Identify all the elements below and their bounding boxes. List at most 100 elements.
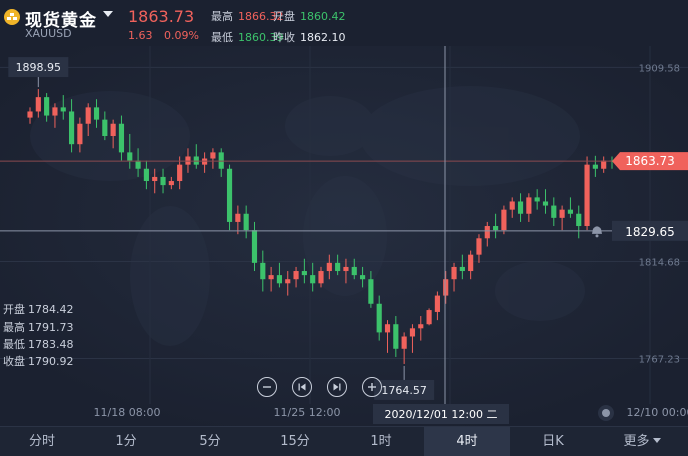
candle-body	[285, 279, 291, 284]
x-tick-label: 11/18 08:00	[94, 406, 161, 419]
candle-body	[517, 201, 524, 214]
candle-body	[110, 123, 116, 137]
candle-body	[542, 201, 549, 206]
candle-body	[418, 324, 424, 329]
candle-body	[534, 197, 540, 202]
low-annotation-label: 1764.57	[381, 384, 427, 397]
scroll-start-button[interactable]	[292, 377, 312, 397]
cursor-price-tag-text: 1829.65	[625, 225, 675, 239]
ohlc-low: 最低 1783.48	[3, 338, 74, 351]
current-price: 1863.73	[128, 7, 195, 26]
zoom-in-button[interactable]	[362, 377, 382, 397]
candle-body	[118, 123, 125, 153]
candle-body	[434, 295, 440, 312]
candle-body	[584, 164, 590, 227]
candle-body	[526, 197, 532, 214]
candle-body	[376, 303, 382, 333]
tab-timeshare[interactable]: 分时	[0, 427, 84, 456]
candle-body	[551, 205, 557, 218]
candle-body	[168, 181, 174, 186]
tab-more[interactable]: 更多	[596, 427, 688, 456]
ohlc-close: 收盘 1790.92	[3, 355, 74, 368]
candle-body	[468, 254, 474, 272]
candle-body	[451, 266, 457, 280]
candle-body	[293, 271, 299, 280]
stat-open: 开盘 1860.42	[273, 10, 346, 23]
candle-body	[160, 176, 166, 186]
candle-body	[260, 262, 266, 280]
ohlc-open: 开盘 1784.42	[3, 303, 74, 316]
candle-body	[177, 164, 183, 182]
candle-body	[501, 209, 507, 231]
candle-body	[310, 275, 316, 284]
tab-5min[interactable]: 5分	[168, 427, 252, 456]
candle-body	[93, 107, 100, 120]
bell-clapper	[595, 234, 599, 238]
period-tab-bar: 分时 1分 5分 15分 1时 4时 日K 更多	[0, 426, 688, 456]
candle-body	[443, 279, 449, 296]
candle-body	[459, 266, 465, 272]
candle-body	[559, 209, 565, 218]
gold-logo-icon	[4, 9, 20, 25]
candle-body	[127, 152, 133, 161]
scroll-end-button[interactable]	[327, 377, 347, 397]
candle-body	[60, 107, 66, 112]
current-price-tag-text: 1863.73	[625, 154, 675, 168]
zoom-out-button[interactable]	[257, 377, 277, 397]
candle-body	[409, 328, 416, 337]
candle-body	[335, 262, 341, 272]
y-tick-label: 1767.23	[639, 355, 680, 366]
price-change: 1.63	[128, 29, 153, 42]
candle-body	[152, 176, 158, 182]
candle-body	[476, 238, 482, 255]
tab-1hour[interactable]: 1时	[338, 427, 424, 456]
candle-body	[35, 97, 41, 112]
candle-body	[44, 97, 50, 116]
candlestick-chart[interactable]: 1863.73 1829.65 1898.95 1764.57 2020/12/01 1…	[0, 46, 688, 426]
candle-body	[143, 168, 149, 182]
instrument-dropdown-icon[interactable]	[103, 11, 113, 17]
candle-body	[77, 123, 83, 145]
candle-body	[509, 201, 515, 210]
x-tick-label: 11/25 12:00	[274, 406, 341, 419]
candle-body	[102, 119, 108, 137]
candle-body	[218, 152, 224, 169]
candle-body	[85, 107, 91, 124]
ohlc-high: 最高 1791.73	[3, 321, 74, 334]
candle-body	[351, 266, 357, 276]
quote-header: 现货黄金 XAUUSD 1863.73 1.63 0.09% 最高 1866.32…	[0, 0, 688, 46]
candle-body	[576, 213, 582, 227]
candle-body	[384, 324, 391, 333]
stat-prev-close: 昨收 1862.10	[273, 31, 346, 44]
scroll-handle-dot	[602, 409, 610, 417]
candle-body	[52, 107, 58, 116]
candle-body	[210, 152, 216, 159]
candle-body	[359, 275, 366, 280]
candle-body	[68, 111, 75, 145]
candle-body	[226, 168, 233, 222]
candle-body	[235, 213, 241, 222]
more-caret-icon	[652, 438, 661, 443]
candle-body	[484, 226, 490, 239]
candle-body	[567, 209, 574, 214]
tab-4hour[interactable]: 4时	[424, 427, 510, 456]
candle-body	[426, 310, 432, 325]
candle-body	[301, 271, 307, 276]
candle-body	[27, 111, 33, 118]
x-tick-label: 12/10 00:00	[627, 406, 688, 419]
instrument-symbol: XAUUSD	[25, 27, 72, 40]
candle-body	[193, 156, 199, 165]
y-tick-label: 1909.58	[639, 63, 680, 74]
high-annotation-label: 1898.95	[16, 61, 62, 74]
candle-body	[268, 275, 274, 280]
candle-body	[401, 336, 407, 349]
candle-body	[318, 271, 324, 284]
candle-body	[185, 156, 191, 165]
chart-canvas[interactable]: 1863.73 1829.65 1898.95 1764.57 2020/12/01 1…	[0, 46, 688, 426]
tab-daily[interactable]: 日K	[510, 427, 596, 456]
candle-body	[368, 279, 374, 304]
candle-body	[251, 230, 258, 263]
y-tick-label: 1814.68	[639, 257, 680, 268]
tab-15min[interactable]: 15分	[252, 427, 338, 456]
tab-1min[interactable]: 1分	[84, 427, 168, 456]
